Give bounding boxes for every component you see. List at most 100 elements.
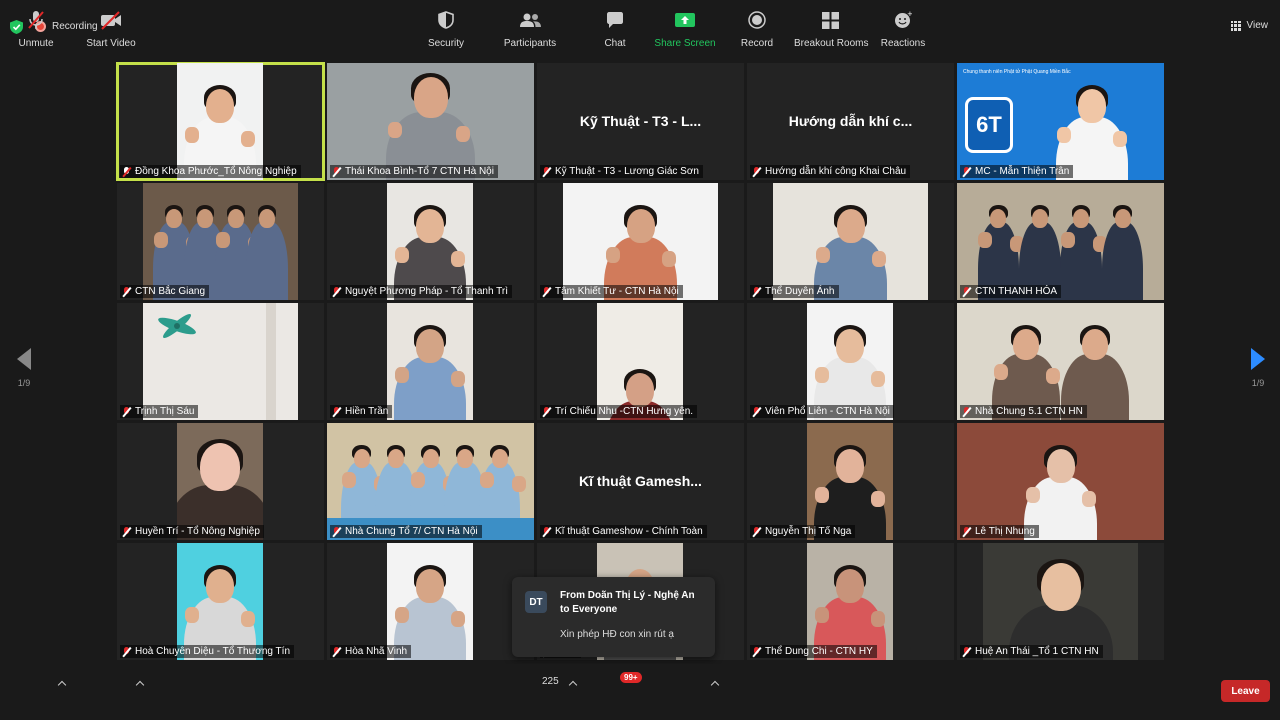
muted-mic-icon xyxy=(332,526,341,537)
video-feed xyxy=(563,183,718,300)
participant-name-tag: CTN THANH HÓA xyxy=(960,285,1062,298)
view-label: View xyxy=(1246,20,1269,31)
participant-raised-fist xyxy=(456,125,470,142)
participant-raised-fist xyxy=(241,610,255,627)
previous-page-button[interactable]: 1/9 xyxy=(14,348,34,388)
participant-tile[interactable]: Nhà Chung 5.1 CTN HN xyxy=(957,303,1164,420)
participant-tile[interactable]: Thể Dung Chi - CTN HY xyxy=(747,543,954,660)
video-feed xyxy=(177,423,263,540)
video-feed: Chung thanh niên Phật tử Phật Quang Miền… xyxy=(957,63,1164,180)
participant-tile[interactable]: Hòa Nhã Vinh xyxy=(327,543,534,660)
record-icon xyxy=(738,8,776,32)
participant-name-tag: Viên Phổ Liên - CTN Hà Nội xyxy=(750,405,894,418)
participant-name: Nhà Chung Tổ 7/ CTN Hà Nội xyxy=(345,526,478,537)
share-screen-icon xyxy=(654,8,716,32)
participant-raised-fist xyxy=(451,250,465,267)
chat-notification[interactable]: DT From Doãn Thị Lý - Nghệ An to Everyon… xyxy=(512,577,715,657)
participant-face xyxy=(416,569,444,603)
participant-tile[interactable]: Kĩ thuật Gamesh... Kĩ thuật Gameshow - Ch… xyxy=(537,423,744,540)
person-2-face xyxy=(422,449,439,469)
reactions-button[interactable]: + Reactions xyxy=(880,8,926,49)
participant-tile[interactable]: CTN THANH HÓA xyxy=(957,183,1164,300)
person-3-face xyxy=(457,449,473,469)
person-0-raised-fist xyxy=(1045,368,1060,385)
muted-mic-icon xyxy=(542,406,551,417)
participant-name-display: Hướng dẫn khí c... xyxy=(788,113,913,129)
video-feed xyxy=(807,423,893,540)
participant-tile[interactable]: Hiền Trần xyxy=(327,303,534,420)
participant-tile[interactable]: Thể Duyên Ánh xyxy=(747,183,954,300)
participant-tile[interactable]: Nhà Chung Tổ 7/ CTN Hà Nội xyxy=(327,423,534,540)
person-0-raised-fist xyxy=(154,232,168,249)
participant-tile[interactable]: CTN Bắc Giang xyxy=(117,183,324,300)
participant-raised-fist xyxy=(451,370,465,387)
participant-name-tag: Thể Dung Chi - CTN HY xyxy=(750,645,877,658)
muted-mic-icon xyxy=(962,166,971,177)
next-page-button[interactable]: 1/9 xyxy=(1248,348,1268,388)
participant-name: Hoà Chuyên Diệu - Tổ Thương Tín xyxy=(135,646,290,657)
chat-unread-badge: 99+ xyxy=(620,672,642,683)
video-options-chevron-icon[interactable] xyxy=(136,680,144,688)
audio-options-chevron-icon[interactable] xyxy=(58,680,66,688)
record-button[interactable]: Record xyxy=(738,8,776,49)
leave-button[interactable]: Leave xyxy=(1221,680,1270,702)
participant-tile[interactable]: Huệ An Thái _Tổ 1 CTN HN xyxy=(957,543,1164,660)
participant-name: Viên Phổ Liên - CTN Hà Nội xyxy=(765,406,890,417)
participant-tile[interactable]: Trịnh Thị Sáu xyxy=(117,303,324,420)
participant-name: Huyền Trí - Tổ Nông Nghiệp xyxy=(135,526,260,537)
participant-face xyxy=(626,373,654,407)
participant-face xyxy=(416,329,444,363)
participant-name-tag: CTN Bắc Giang xyxy=(120,285,210,298)
participant-tile[interactable]: Đồng Khoa Phước_Tổ Nông Nghiệp xyxy=(116,62,325,181)
participant-name-tag: Kĩ thuật Gameshow - Chính Toàn xyxy=(540,525,707,538)
participant-tile[interactable]: Kỹ Thuật - T3 - L... Kỹ Thuật - T3 - Lươn… xyxy=(537,63,744,180)
participant-raised-fist xyxy=(815,606,829,623)
person-1-face xyxy=(197,209,213,229)
participant-tile[interactable]: Chung thanh niên Phật tử Phật Quang Miền… xyxy=(957,63,1164,180)
participants-button[interactable]: Participants xyxy=(502,8,558,49)
participant-tile[interactable]: Trí Chiếu Nhu -CTN Hưng yên. xyxy=(537,303,744,420)
participant-tile[interactable]: Thái Khoa Bình-Tổ 7 CTN Hà Nội xyxy=(327,63,534,180)
participant-name-tag: MC - Mẫn Thiện Trân xyxy=(960,165,1074,178)
muted-mic-icon xyxy=(752,406,761,417)
participant-face xyxy=(836,209,865,243)
chat-button[interactable]: Chat xyxy=(598,8,632,49)
security-button[interactable]: Security xyxy=(426,8,466,49)
participant-name: MC - Mẫn Thiện Trân xyxy=(975,166,1070,177)
participant-face xyxy=(206,89,234,123)
participant-tile[interactable]: Nguyệt Phương Pháp - Tổ Thanh Trì xyxy=(327,183,534,300)
participant-tile[interactable]: Tâm Khiết Tư - CTN Hà Nội xyxy=(537,183,744,300)
participant-tile[interactable]: Hướng dẫn khí c... Hướng dẫn khí công Kha… xyxy=(747,63,954,180)
share-options-chevron-icon[interactable] xyxy=(711,680,719,688)
participant-raised-fist xyxy=(1025,486,1040,503)
unmute-button[interactable]: Unmute xyxy=(14,8,58,49)
participant-tile[interactable]: Hoà Chuyên Diệu - Tổ Thương Tín xyxy=(117,543,324,660)
participant-tile[interactable]: Lê Thị Nhung xyxy=(957,423,1164,540)
person-4-raised-fist xyxy=(511,476,526,493)
participant-name-tag: Trịnh Thị Sáu xyxy=(120,405,199,418)
view-button[interactable]: View xyxy=(1230,20,1269,31)
video-feed xyxy=(957,303,1164,420)
person-0-face xyxy=(1013,329,1039,361)
participant-tile[interactable]: Nguyễn Thị Tố Nga xyxy=(747,423,954,540)
participant-name-display: Kỹ Thuật - T3 - L... xyxy=(579,113,702,129)
participant-face xyxy=(1046,449,1075,483)
door-frame xyxy=(266,303,276,420)
participant-tile[interactable]: Viên Phổ Liên - CTN Hà Nội xyxy=(747,303,954,420)
person-0-face xyxy=(990,209,1007,229)
participant-name-tag: Nhà Chung 5.1 CTN HN xyxy=(960,405,1087,418)
breakout-rooms-button[interactable]: Breakout Rooms xyxy=(794,8,869,49)
breakout-rooms-label: Breakout Rooms xyxy=(794,38,869,49)
sender-avatar: DT xyxy=(525,591,547,613)
breakout-rooms-icon xyxy=(794,8,866,32)
video-feed xyxy=(327,63,534,180)
person-1-face xyxy=(1082,329,1108,361)
start-video-button[interactable]: Start Video xyxy=(84,8,138,49)
video-feed xyxy=(597,303,683,420)
participants-options-chevron-icon[interactable] xyxy=(569,680,577,688)
chat-message: Xin phép HĐ con xin rút ạ xyxy=(560,629,674,640)
participant-tile[interactable]: Huyền Trí - Tổ Nông Nghiệp xyxy=(117,423,324,540)
share-screen-button[interactable]: Share Screen xyxy=(654,8,716,49)
muted-mic-icon xyxy=(122,166,131,177)
top-bar: Recording View xyxy=(0,0,1280,54)
